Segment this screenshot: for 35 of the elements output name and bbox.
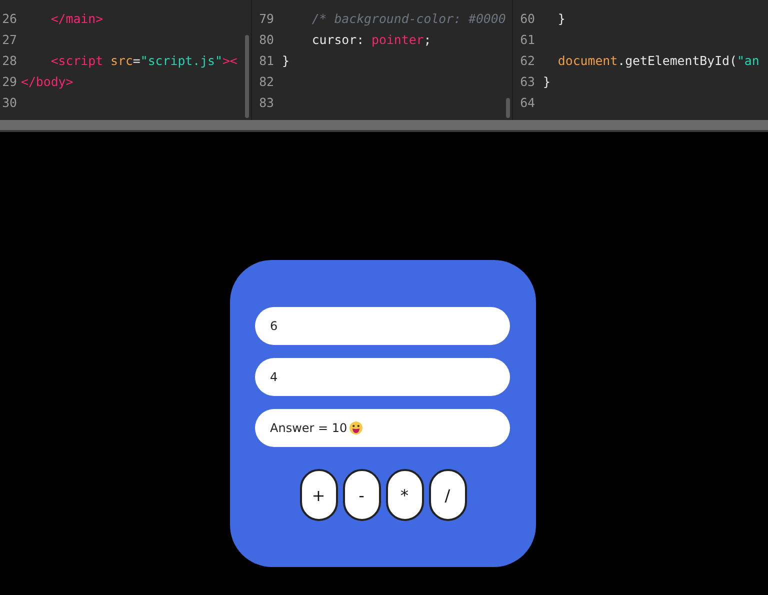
line-number: 28	[1, 52, 17, 70]
line-number: 63	[519, 73, 535, 91]
operator-button[interactable]: /	[428, 469, 466, 521]
splitter-bar[interactable]	[0, 120, 768, 132]
code-line: }	[556, 10, 566, 28]
code-line: }	[543, 73, 550, 91]
scrollbar-thumb[interactable]	[506, 98, 510, 118]
line-number: 80	[258, 31, 274, 49]
operator-button[interactable]: +	[300, 469, 338, 521]
line-number: 60	[519, 10, 535, 28]
code-line: <script src="script.js"><	[50, 52, 238, 70]
operator-button[interactable]: *	[386, 469, 424, 521]
line-number: 79	[258, 10, 274, 28]
code-line: cursor: pointer;	[310, 31, 432, 49]
line-number: 81	[258, 52, 274, 70]
code-line: </body>	[21, 73, 74, 91]
scrollbar-thumb[interactable]	[245, 35, 249, 118]
line-number: 83	[258, 94, 274, 112]
emoji-face-icon	[349, 421, 364, 435]
code-line: /* background-color: #0000	[310, 10, 506, 28]
code-line: document.getElementById("an	[556, 52, 760, 70]
line-number: 27	[1, 31, 17, 49]
code-line: </main>	[50, 10, 104, 28]
line-number: 64	[519, 94, 535, 112]
line-number: 26	[1, 10, 17, 28]
second-number-field[interactable]: 4	[255, 358, 510, 396]
code-line: }	[282, 52, 290, 70]
first-number-field[interactable]: 6	[255, 307, 510, 345]
answer-field: Answer = 10	[255, 409, 510, 447]
line-number: 82	[258, 73, 274, 91]
line-number: 62	[519, 52, 535, 70]
line-number: 61	[519, 31, 535, 49]
line-number: 30	[1, 94, 17, 112]
line-number: 29	[1, 73, 17, 91]
operator-button[interactable]: -	[342, 469, 380, 521]
